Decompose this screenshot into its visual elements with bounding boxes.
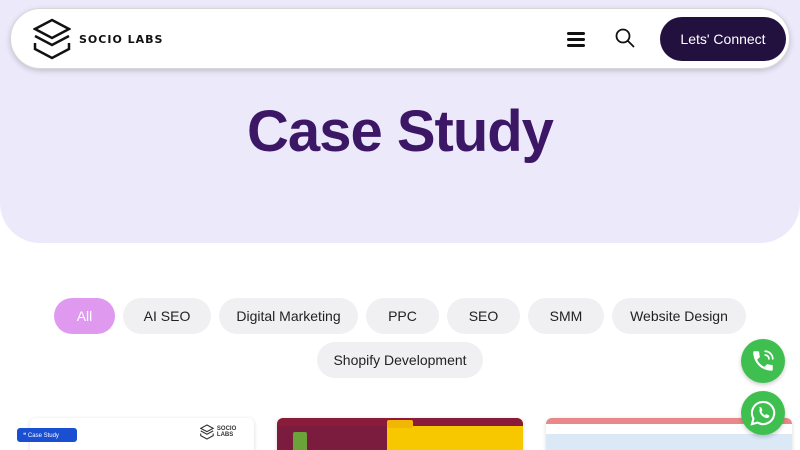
filter-seo[interactable]: SEO [447,298,520,334]
whatsapp-icon [750,400,776,426]
filter-website-design[interactable]: Website Design [612,298,746,334]
filter-shopify-development[interactable]: Shopify Development [317,342,483,378]
filter-ppc[interactable]: PPC [366,298,439,334]
case-study-badge: ❝ Case Study [17,428,77,442]
page-title: Case Study [247,99,554,164]
phone-icon [753,350,774,371]
case-study-card-2[interactable] [277,418,523,450]
logo-icon [200,424,214,440]
search-icon[interactable] [615,28,635,48]
logo-icon [33,18,71,60]
filter-ai-seo[interactable]: AI SEO [123,298,211,334]
filter-smm[interactable]: SMM [528,298,604,334]
top-navbar: SOCIO LABS Lets' Connect [10,8,790,69]
card-logo-text: SOCIO LABS [216,426,237,438]
card-logo: SOCIO LABS [200,424,254,440]
whatsapp-button[interactable] [741,391,785,435]
phone-call-button[interactable] [741,339,785,383]
lets-connect-button[interactable]: Lets' Connect [660,17,786,61]
product-cup-image [293,432,307,450]
filter-digital-marketing[interactable]: Digital Marketing [219,298,358,334]
hamburger-menu-icon[interactable] [567,29,585,49]
brand-name: SOCIO LABS [79,32,164,46]
card-brand-mark [387,420,413,428]
filter-all[interactable]: All [54,298,115,334]
brand-logo[interactable]: SOCIO LABS [33,18,163,60]
